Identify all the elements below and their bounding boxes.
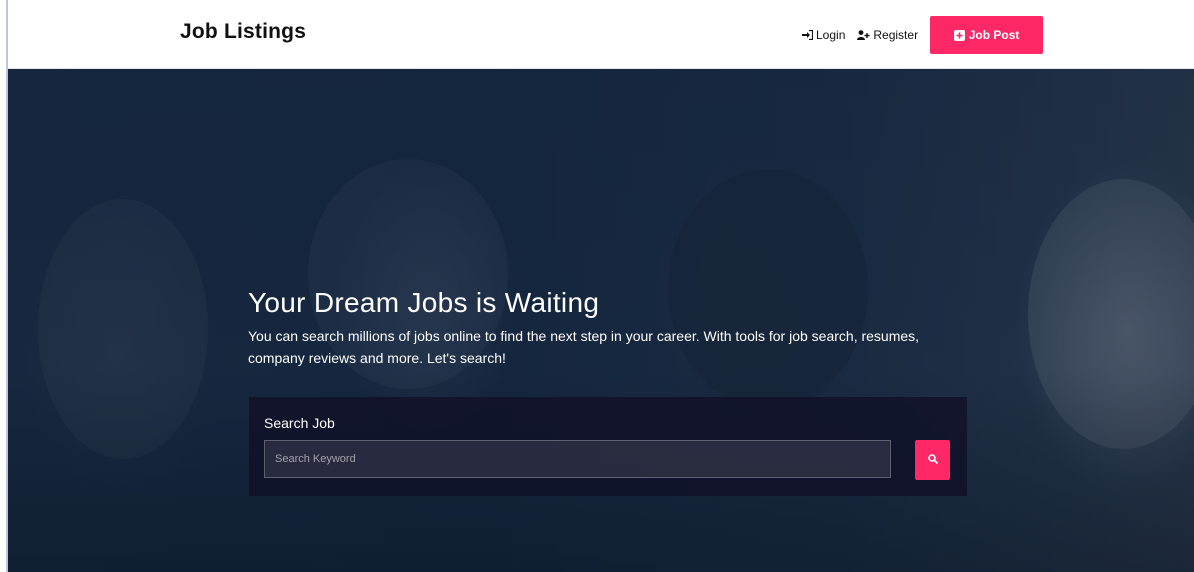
page: Job Listings Login Register Job Post You…: [0, 0, 1194, 572]
job-post-label: Job Post: [968, 28, 1020, 42]
search-button[interactable]: [915, 440, 950, 480]
hero-content: Your Dream Jobs is Waiting You can searc…: [248, 287, 968, 369]
hero-description: You can search millions of jobs online t…: [248, 328, 920, 366]
search-icon: [927, 451, 938, 469]
register-label: Register: [873, 28, 919, 42]
search-input[interactable]: [264, 440, 891, 478]
search-panel: Search Job: [249, 397, 967, 496]
nav-links: Login Register Job Post: [802, 16, 1044, 54]
plus-square-icon: [953, 29, 965, 41]
brand-title[interactable]: Job Listings: [180, 20, 306, 44]
login-label: Login: [816, 28, 846, 42]
hero-title: Your Dream Jobs is Waiting: [248, 287, 600, 318]
search-label: Search Job: [264, 415, 335, 431]
register-link[interactable]: Register: [857, 28, 918, 42]
hero-banner: Your Dream Jobs is Waiting You can searc…: [8, 69, 1194, 572]
user-plus-icon: [857, 30, 870, 40]
job-post-button[interactable]: Job Post: [930, 16, 1044, 54]
window-edge: [0, 0, 8, 572]
top-navbar: Job Listings Login Register Job Post: [8, 0, 1194, 69]
login-link[interactable]: Login: [802, 28, 845, 42]
sign-in-icon: [802, 30, 813, 40]
